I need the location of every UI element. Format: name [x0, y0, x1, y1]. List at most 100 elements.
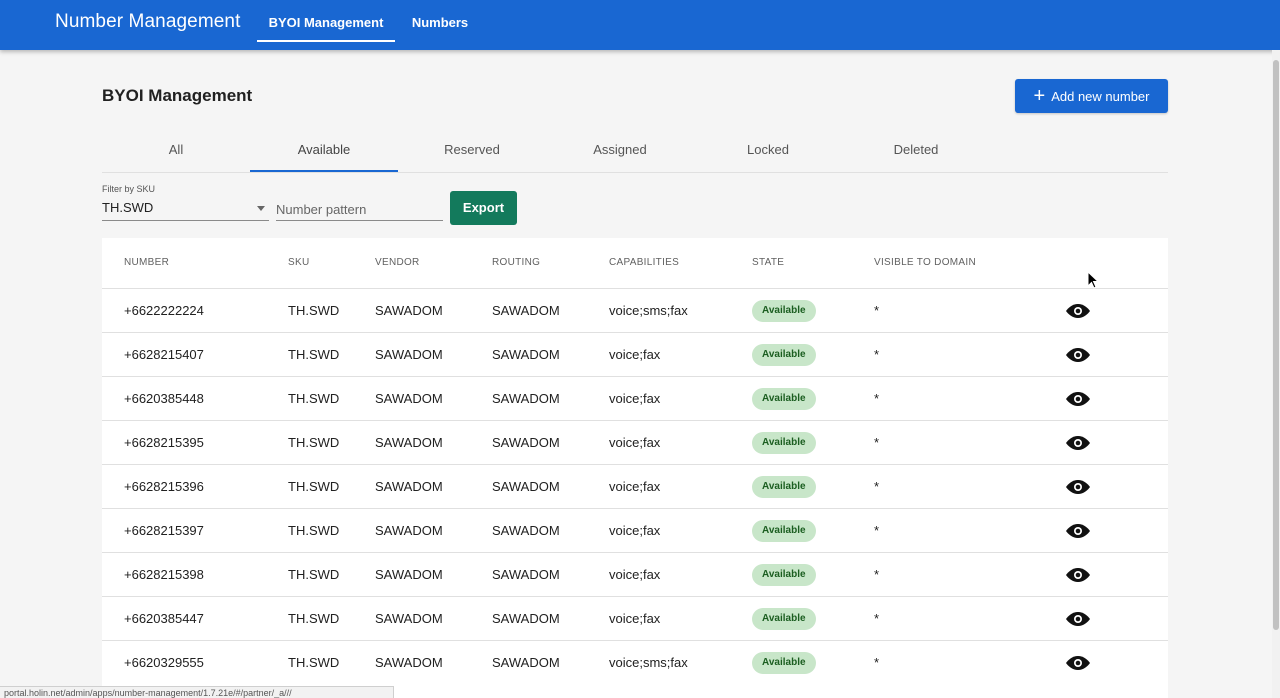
cell-sku: TH.SWD — [288, 611, 340, 626]
cell-capabilities: voice;fax — [609, 523, 661, 538]
tab-deleted[interactable]: Deleted — [842, 130, 990, 172]
cell-routing: SAWADOM — [492, 479, 560, 494]
cell-number: +6620385447 — [124, 611, 204, 626]
state-badge: Available — [752, 608, 816, 630]
app-bar: Number Management BYOI Management Number… — [0, 0, 1280, 50]
cell-sku: TH.SWD — [288, 523, 340, 538]
eye-icon[interactable] — [1066, 304, 1090, 318]
eye-icon[interactable] — [1066, 348, 1090, 362]
cell-routing: SAWADOM — [492, 655, 560, 670]
cell-capabilities: voice;fax — [609, 479, 661, 494]
caret-down-icon — [257, 206, 265, 211]
column-header-state[interactable]: STATE — [752, 257, 784, 268]
state-badge: Available — [752, 344, 816, 366]
state-badge: Available — [752, 476, 816, 498]
cell-vendor: SAWADOM — [375, 655, 443, 670]
eye-icon[interactable] — [1066, 612, 1090, 626]
page-scrollbar[interactable] — [1272, 50, 1280, 698]
cell-sku: TH.SWD — [288, 391, 340, 406]
state-tabs: All Available Reserved Assigned Locked D… — [102, 130, 1168, 173]
cell-number: +6628215397 — [124, 523, 204, 538]
cell-vendor: SAWADOM — [375, 391, 443, 406]
cell-capabilities: voice;sms;fax — [609, 655, 688, 670]
table-row[interactable]: +6628215395 TH.SWD SAWADOM SAWADOM voice… — [102, 420, 1168, 464]
cell-capabilities: voice;sms;fax — [609, 303, 688, 318]
cell-visible-to-domain: * — [874, 479, 880, 494]
cell-sku: TH.SWD — [288, 435, 340, 450]
cell-visible-to-domain: * — [874, 435, 880, 450]
state-badge: Available — [752, 564, 816, 586]
add-new-number-button[interactable]: + Add new number — [1015, 79, 1168, 113]
tab-reserved[interactable]: Reserved — [398, 130, 546, 172]
eye-icon[interactable] — [1066, 568, 1090, 582]
column-header-sku[interactable]: SKU — [288, 257, 309, 268]
cell-visible-to-domain: * — [874, 523, 880, 538]
status-bar-url: portal.holin.net/admin/apps/number-manag… — [0, 686, 394, 698]
cell-routing: SAWADOM — [492, 567, 560, 582]
cell-capabilities: voice;fax — [609, 347, 661, 362]
tab-all[interactable]: All — [102, 130, 250, 172]
cell-number: +6622222224 — [124, 303, 204, 318]
eye-icon[interactable] — [1066, 524, 1090, 538]
cell-sku: TH.SWD — [288, 567, 340, 582]
page-title: BYOI Management — [102, 86, 253, 105]
eye-icon[interactable] — [1066, 436, 1090, 450]
state-badge: Available — [752, 432, 816, 454]
cell-visible-to-domain: * — [874, 303, 880, 318]
mouse-cursor-icon — [1087, 271, 1099, 289]
export-button[interactable]: Export — [450, 191, 517, 225]
cell-number: +6628215396 — [124, 479, 204, 494]
cell-sku: TH.SWD — [288, 303, 340, 318]
state-badge: Available — [752, 388, 816, 410]
cell-number: +6628215395 — [124, 435, 204, 450]
state-badge: Available — [752, 300, 816, 322]
column-header-vendor[interactable]: VENDOR — [375, 257, 420, 268]
table-row[interactable]: +6620385448 TH.SWD SAWADOM SAWADOM voice… — [102, 376, 1168, 420]
number-pattern-input[interactable] — [276, 198, 443, 221]
cell-visible-to-domain: * — [874, 347, 880, 362]
eye-icon[interactable] — [1066, 656, 1090, 670]
table-row[interactable]: +6622222224 TH.SWD SAWADOM SAWADOM voice… — [102, 288, 1168, 332]
tab-assigned[interactable]: Assigned — [546, 130, 694, 172]
cell-capabilities: voice;fax — [609, 567, 661, 582]
cell-visible-to-domain: * — [874, 391, 880, 406]
column-header-routing[interactable]: ROUTING — [492, 257, 540, 268]
column-header-number[interactable]: NUMBER — [124, 257, 169, 268]
state-badge: Available — [752, 652, 816, 674]
cell-visible-to-domain: * — [874, 655, 880, 670]
eye-icon[interactable] — [1066, 480, 1090, 494]
tab-locked[interactable]: Locked — [694, 130, 842, 172]
plus-icon: + — [1033, 85, 1046, 107]
cell-routing: SAWADOM — [492, 435, 560, 450]
tab-available[interactable]: Available — [250, 130, 398, 172]
table-row[interactable]: +6628215398 TH.SWD SAWADOM SAWADOM voice… — [102, 552, 1168, 596]
cell-routing: SAWADOM — [492, 303, 560, 318]
scrollbar-thumb[interactable] — [1273, 60, 1279, 630]
column-header-visible-to-domain[interactable]: VISIBLE TO DOMAIN — [874, 257, 976, 268]
cell-capabilities: voice;fax — [609, 611, 661, 626]
nav-tab-byoi-management[interactable]: BYOI Management — [257, 0, 395, 50]
cell-visible-to-domain: * — [874, 611, 880, 626]
table-row[interactable]: +6620329555 TH.SWD SAWADOM SAWADOM voice… — [102, 640, 1168, 684]
cell-vendor: SAWADOM — [375, 611, 443, 626]
app-title: Number Management — [55, 11, 241, 32]
state-badge: Available — [752, 520, 816, 542]
sku-filter-label: Filter by SKU — [102, 184, 156, 194]
table-row[interactable]: +6628215396 TH.SWD SAWADOM SAWADOM voice… — [102, 464, 1168, 508]
table-row[interactable]: +6628215407 TH.SWD SAWADOM SAWADOM voice… — [102, 332, 1168, 376]
table-row[interactable]: +6620385447 TH.SWD SAWADOM SAWADOM voice… — [102, 596, 1168, 640]
cell-number: +6620385448 — [124, 391, 204, 406]
cell-vendor: SAWADOM — [375, 347, 443, 362]
cell-number: +6628215407 — [124, 347, 204, 362]
column-header-capabilities[interactable]: CAPABILITIES — [609, 257, 679, 268]
numbers-table: NUMBER SKU VENDOR ROUTING CAPABILITIES S… — [102, 238, 1168, 698]
table-row[interactable]: +6628215397 TH.SWD SAWADOM SAWADOM voice… — [102, 508, 1168, 552]
cell-sku: TH.SWD — [288, 655, 340, 670]
add-new-number-label: Add new number — [1051, 88, 1150, 104]
cell-routing: SAWADOM — [492, 347, 560, 362]
cell-routing: SAWADOM — [492, 523, 560, 538]
sku-filter-select[interactable]: TH.SWD — [102, 198, 269, 221]
nav-tab-numbers[interactable]: Numbers — [403, 0, 477, 50]
cell-number: +6620329555 — [124, 655, 204, 670]
eye-icon[interactable] — [1066, 392, 1090, 406]
